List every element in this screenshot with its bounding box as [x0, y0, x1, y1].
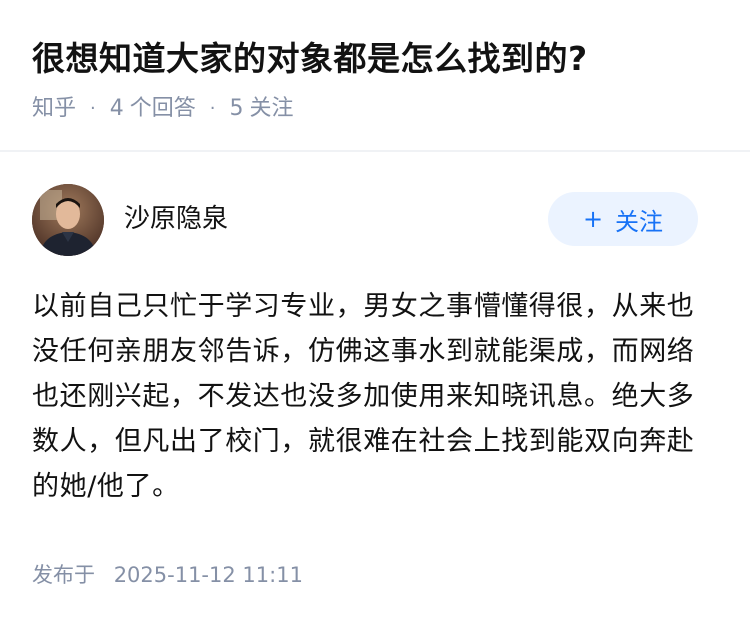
question-header: 很想知道大家的对象都是怎么找到的? 知乎 · 4 个回答 · 5 关注: [0, 0, 750, 152]
published-time: 2025-11-12 11:11: [113, 563, 303, 587]
meta-separator: ·: [209, 98, 216, 119]
avatar-photo: [32, 184, 104, 256]
followers-label: 关注: [249, 96, 294, 121]
answer-page: 很想知道大家的对象都是怎么找到的? 知乎 · 4 个回答 · 5 关注 沙原隐泉…: [0, 0, 750, 626]
section-divider: [0, 150, 750, 152]
answers-label[interactable]: 个回答: [130, 92, 196, 126]
plus-icon: +: [582, 205, 604, 233]
answer-content: 以前自己只忙于学习专业，男女之事懵懂得很，从来也没任何亲朋友邻告诉，仿佛这事水到…: [32, 291, 695, 502]
followers-count: 5: [229, 96, 244, 121]
author-avatar[interactable]: [32, 184, 104, 256]
author-name[interactable]: 沙原隐泉: [124, 201, 228, 237]
question-title[interactable]: 很想知道大家的对象都是怎么找到的?: [32, 36, 588, 82]
question-meta: 知乎 · 4 个回答 · 5 关注: [32, 92, 294, 126]
answers-count: 4: [109, 96, 124, 121]
source-label: 知乎: [32, 96, 77, 121]
meta-separator: ·: [90, 98, 96, 119]
published-label: 发布于: [32, 563, 95, 587]
follow-button[interactable]: + 关注: [548, 192, 698, 246]
publish-info: 发布于 2025-11-12 11:11: [32, 558, 303, 592]
follow-label: 关注: [615, 207, 664, 236]
